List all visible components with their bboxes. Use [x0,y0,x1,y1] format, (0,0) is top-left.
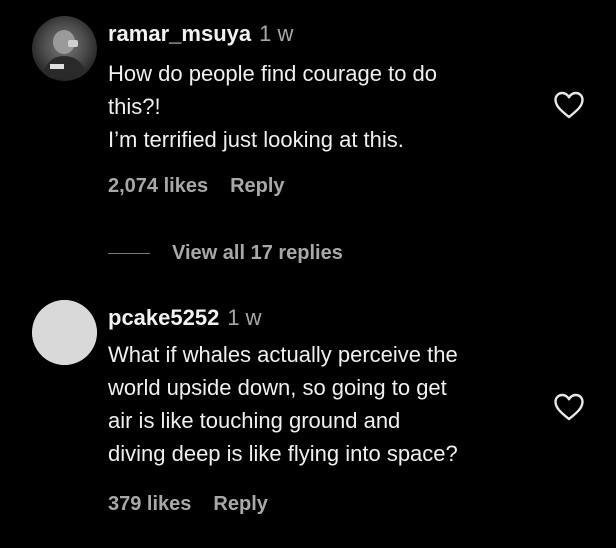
comment-text-line: diving deep is like flying into space? [108,441,458,466]
view-replies-label: View all 17 replies [172,241,343,264]
comment-text: What if whales actually perceive the wor… [108,338,548,470]
like-button[interactable] [553,90,585,120]
replies-divider [108,252,150,254]
heart-outline-icon [554,393,584,421]
username[interactable]: pcake5252 [108,305,219,330]
heart-outline-icon [554,91,584,119]
comment-body: ramar_msuya 1 w How do people find courag… [108,20,548,156]
reply-button[interactable]: Reply [230,175,284,197]
reply-button[interactable]: Reply [213,493,267,515]
comment-meta: 2,074 likes Reply [108,175,285,198]
avatar[interactable] [32,16,97,81]
likes-count[interactable]: 379 likes [108,493,191,515]
timestamp: 1 w [259,21,294,46]
comment-header: ramar_msuya 1 w [108,20,548,48]
comment-meta: 379 likes Reply [108,493,268,516]
comment-text-line: this?! [108,94,161,119]
comment-text-line: What if whales actually perceive the [108,342,458,367]
default-avatar-icon [32,300,97,365]
user-photo-avatar-icon [42,30,88,78]
like-button[interactable] [553,392,585,422]
comment-header: pcake5252 1 w [108,304,548,332]
likes-count[interactable]: 2,074 likes [108,175,208,197]
timestamp: 1 w [227,305,262,330]
comment-body: pcake5252 1 w What if whales actually per… [108,304,548,470]
comment-text-line: world upside down, so going to get [108,375,447,400]
view-replies-button[interactable]: View all 17 replies [108,238,343,268]
comment-text-line: How do people find courage to do [108,61,438,86]
avatar[interactable] [32,300,97,365]
comment-text-line: air is like touching ground and [108,408,401,433]
username[interactable]: ramar_msuya [108,21,251,46]
comment-text-line: I’m terrified just looking at this. [108,127,404,152]
comment-text: How do people find courage to do this?! … [108,57,548,156]
